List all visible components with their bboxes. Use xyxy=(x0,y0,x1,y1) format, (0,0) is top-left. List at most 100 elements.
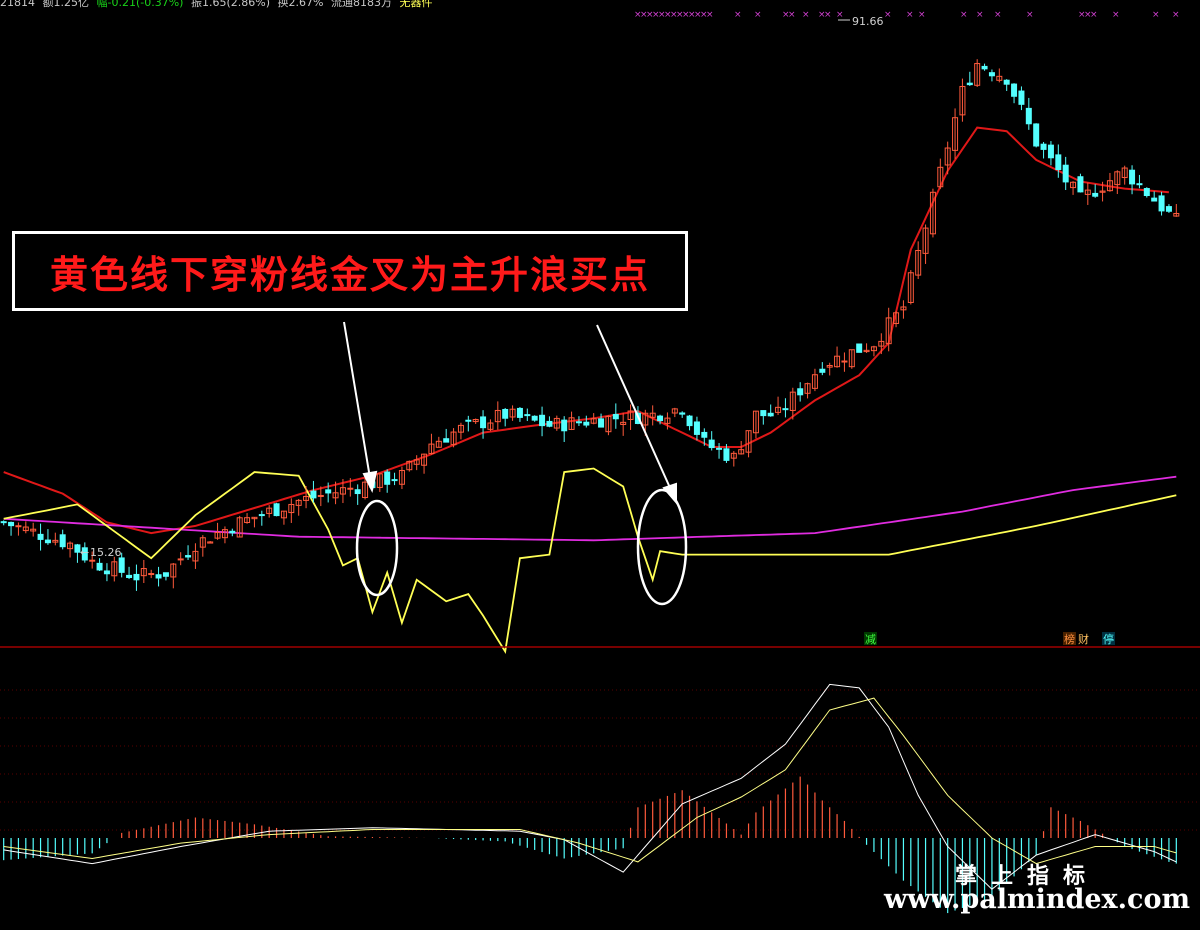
candle xyxy=(819,362,826,376)
candle xyxy=(1062,156,1069,191)
candle xyxy=(509,405,516,421)
candle xyxy=(384,469,391,493)
candle xyxy=(539,406,546,437)
candle xyxy=(44,529,51,545)
signal-marker: × xyxy=(1112,10,1120,20)
signal-marker: × xyxy=(836,10,844,20)
candle xyxy=(502,407,509,427)
candle xyxy=(841,352,848,372)
candle xyxy=(413,455,420,471)
candle xyxy=(856,343,863,353)
candle xyxy=(915,241,922,280)
signal-marker: × xyxy=(918,10,926,20)
candle xyxy=(280,510,287,525)
candle xyxy=(996,68,1003,83)
candle xyxy=(878,333,885,355)
candle xyxy=(649,405,656,426)
candle xyxy=(1084,182,1091,205)
candle xyxy=(988,69,995,82)
candle xyxy=(450,428,457,448)
candle xyxy=(1055,144,1062,178)
candle xyxy=(516,407,523,422)
candle xyxy=(848,349,855,369)
candle xyxy=(671,407,678,418)
candle xyxy=(966,71,973,86)
candle xyxy=(907,270,914,305)
candle xyxy=(959,78,966,122)
candle xyxy=(981,63,988,71)
candle xyxy=(598,413,605,428)
candle xyxy=(162,572,169,581)
candle xyxy=(929,188,936,238)
signal-marker: × xyxy=(754,10,762,20)
callout-box: 黄色线下穿粉线金叉为主升浪买点 xyxy=(12,231,688,311)
candle xyxy=(207,540,214,544)
candle xyxy=(797,382,804,402)
signal-marker: × xyxy=(960,10,968,20)
candle xyxy=(288,498,295,523)
candle xyxy=(96,558,103,571)
candle xyxy=(730,451,737,467)
candle xyxy=(760,410,767,425)
candle xyxy=(1121,165,1128,185)
candle xyxy=(900,300,907,319)
candle xyxy=(244,513,251,524)
candle xyxy=(273,502,280,517)
candle xyxy=(583,415,590,428)
macd-line-dea xyxy=(3,697,1177,865)
candle xyxy=(155,566,162,587)
marker-ting: 停 xyxy=(1103,632,1114,646)
candle xyxy=(221,526,228,544)
candle xyxy=(1158,191,1165,216)
signal-marker: × xyxy=(884,10,892,20)
candle xyxy=(258,510,265,526)
candle xyxy=(1011,83,1018,104)
candle xyxy=(148,569,155,579)
candle xyxy=(133,564,140,591)
buy-circle-right xyxy=(636,488,688,606)
candle xyxy=(0,520,7,526)
candle xyxy=(1003,79,1010,91)
candle xyxy=(804,382,811,399)
candle xyxy=(775,396,782,416)
candle xyxy=(716,443,723,459)
price-panel: ××××××××××××× × × ×× × ×× × × × × × × × × ××× × × × xyxy=(0,10,1180,655)
candle xyxy=(627,404,634,430)
signal-marker: × xyxy=(706,10,714,20)
candle xyxy=(1092,184,1099,198)
candle xyxy=(443,428,450,443)
candle xyxy=(8,521,15,536)
buy-circle-left xyxy=(355,499,399,597)
candle xyxy=(398,466,405,490)
candle xyxy=(15,522,22,536)
signal-marker: × xyxy=(994,10,1002,20)
candle xyxy=(834,346,841,368)
low-price-label: 15.26 xyxy=(90,546,122,559)
candle xyxy=(1114,170,1121,195)
candle xyxy=(752,410,759,439)
candle xyxy=(140,559,147,584)
low-price-arrow: ← xyxy=(80,546,89,559)
candle xyxy=(605,415,612,436)
candle xyxy=(590,413,597,425)
candle xyxy=(1106,172,1113,192)
candle xyxy=(1047,141,1054,166)
candle xyxy=(1143,187,1150,198)
candle xyxy=(708,431,715,451)
candle xyxy=(111,556,118,582)
signal-marker: × xyxy=(906,10,914,20)
candle xyxy=(177,552,184,566)
candle xyxy=(1070,181,1077,195)
stock-chart[interactable]: ××××××××××××× × × ×× × ×× × × × × × × × × ××× × × × 91.66… xyxy=(0,0,1200,930)
candle xyxy=(826,362,833,376)
candle xyxy=(59,529,66,550)
candle xyxy=(472,418,479,424)
candle xyxy=(693,416,700,441)
candle xyxy=(52,532,59,546)
candle xyxy=(428,433,435,455)
candle xyxy=(952,108,959,159)
signal-marker: × xyxy=(734,10,742,20)
candle xyxy=(1018,86,1025,111)
candle xyxy=(974,59,981,88)
candle xyxy=(465,415,472,432)
